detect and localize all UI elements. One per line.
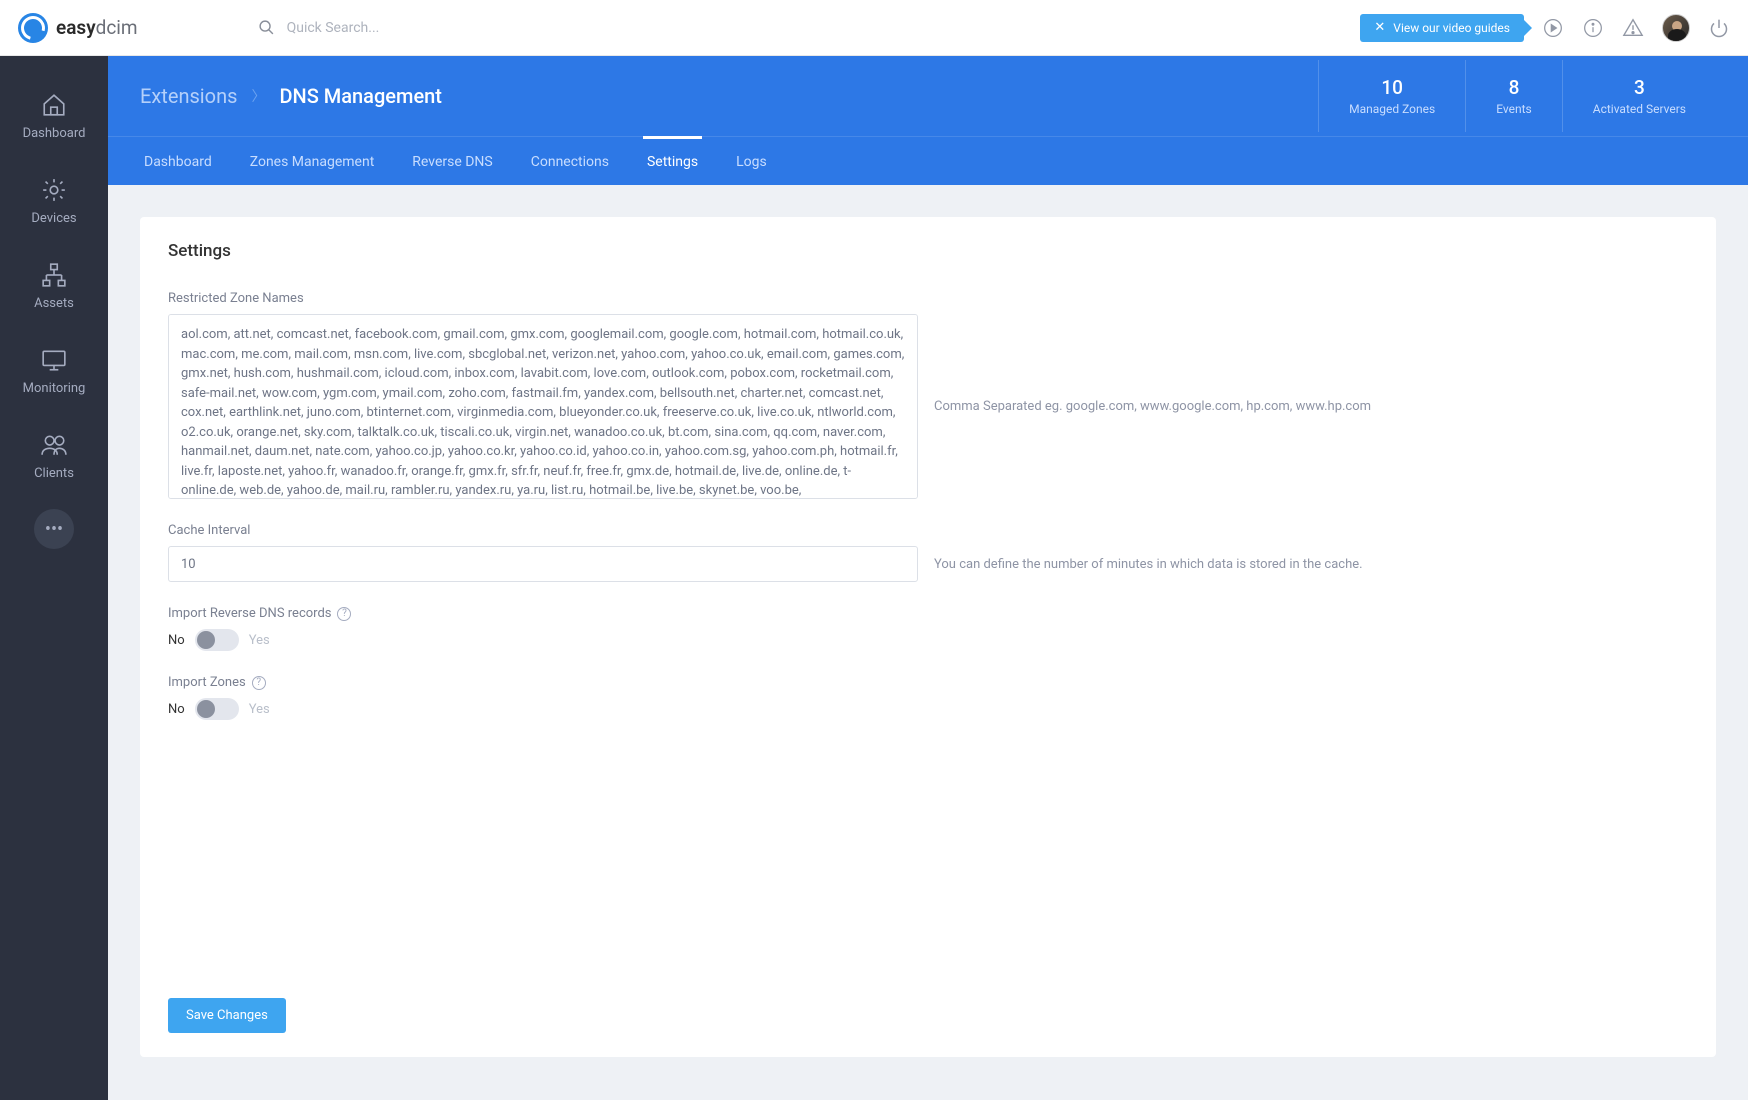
toggle-no-label: No bbox=[168, 633, 185, 648]
sidebar-item-label: Clients bbox=[34, 466, 74, 481]
page-title: Settings bbox=[168, 241, 1688, 261]
sidebar-item-label: Dashboard bbox=[23, 126, 86, 141]
tab-dashboard[interactable]: Dashboard bbox=[140, 136, 216, 185]
info-icon[interactable] bbox=[1582, 17, 1604, 39]
tab-settings[interactable]: Settings bbox=[643, 136, 702, 185]
search-icon[interactable] bbox=[258, 19, 275, 36]
stat-label: Events bbox=[1496, 102, 1532, 116]
stat-label: Managed Zones bbox=[1349, 102, 1435, 116]
toggle-no-label: No bbox=[168, 702, 185, 717]
sidebar-more-button[interactable]: ••• bbox=[34, 509, 74, 549]
sidebar-item-clients[interactable]: Clients bbox=[0, 414, 108, 499]
import-zones-label: Import Zones bbox=[168, 675, 246, 690]
page-body: Settings Restricted Zone Names Comma Sep… bbox=[108, 185, 1748, 1100]
brand-text: easydcim bbox=[56, 16, 138, 39]
video-guides-label: View our video guides bbox=[1393, 21, 1510, 35]
stat-value: 8 bbox=[1496, 76, 1532, 99]
play-icon[interactable] bbox=[1542, 17, 1564, 39]
gear-icon bbox=[41, 177, 67, 203]
page-header: Extensions 〉 DNS Management 10 Managed Z… bbox=[108, 56, 1748, 185]
toggle-yes-label: Yes bbox=[249, 633, 270, 648]
stat-value: 3 bbox=[1593, 76, 1686, 99]
sidebar-item-assets[interactable]: Assets bbox=[0, 244, 108, 329]
avatar[interactable] bbox=[1662, 14, 1690, 42]
import-zones-toggle[interactable] bbox=[195, 698, 239, 720]
cache-interval-input[interactable] bbox=[168, 546, 918, 582]
tabs: Dashboard Zones Management Reverse DNS C… bbox=[108, 136, 1748, 185]
stat-activated-servers[interactable]: 3 Activated Servers bbox=[1562, 60, 1716, 132]
stats: 10 Managed Zones 8 Events 3 Activated Se… bbox=[1318, 60, 1716, 132]
topbar-right: ✕ View our video guides bbox=[1360, 14, 1730, 42]
sidebar-item-label: Assets bbox=[34, 296, 74, 311]
import-zones-row: Import Zones ? No Yes bbox=[168, 675, 1688, 720]
breadcrumb: Extensions 〉 DNS Management bbox=[140, 84, 442, 108]
sidebar-item-monitoring[interactable]: Monitoring bbox=[0, 329, 108, 414]
stat-label: Activated Servers bbox=[1593, 102, 1686, 116]
sidebar: Dashboard Devices Assets Monitoring Clie… bbox=[0, 56, 108, 1100]
sidebar-item-label: Monitoring bbox=[23, 381, 86, 396]
power-icon[interactable] bbox=[1708, 17, 1730, 39]
help-icon[interactable]: ? bbox=[252, 676, 266, 690]
sidebar-item-label: Devices bbox=[31, 211, 76, 226]
content: Extensions 〉 DNS Management 10 Managed Z… bbox=[108, 56, 1748, 1100]
tab-connections[interactable]: Connections bbox=[527, 136, 613, 185]
tab-reverse-dns[interactable]: Reverse DNS bbox=[408, 136, 496, 185]
tab-zones-management[interactable]: Zones Management bbox=[246, 136, 379, 185]
brand-logo-icon bbox=[18, 13, 48, 43]
close-icon[interactable]: ✕ bbox=[1374, 21, 1385, 34]
toggle-yes-label: Yes bbox=[249, 702, 270, 717]
tab-logs[interactable]: Logs bbox=[732, 136, 771, 185]
stat-events[interactable]: 8 Events bbox=[1465, 60, 1562, 132]
import-reverse-toggle[interactable] bbox=[195, 629, 239, 651]
settings-card: Settings Restricted Zone Names Comma Sep… bbox=[140, 217, 1716, 1057]
import-reverse-row: Import Reverse DNS records ? No Yes bbox=[168, 606, 1688, 651]
search-area bbox=[258, 19, 1361, 36]
users-icon bbox=[41, 432, 67, 458]
help-icon[interactable]: ? bbox=[337, 607, 351, 621]
restricted-zone-names-label: Restricted Zone Names bbox=[168, 291, 1688, 306]
search-input[interactable] bbox=[287, 20, 587, 36]
ellipsis-icon: ••• bbox=[45, 519, 63, 540]
stat-value: 10 bbox=[1349, 76, 1435, 99]
brand-logo[interactable]: easydcim bbox=[18, 13, 138, 43]
restricted-zone-names-textarea[interactable] bbox=[168, 314, 918, 499]
stat-managed-zones[interactable]: 10 Managed Zones bbox=[1318, 60, 1465, 132]
chevron-right-icon: 〉 bbox=[251, 86, 265, 106]
home-icon bbox=[41, 92, 67, 118]
cache-interval-hint: You can define the number of minutes in … bbox=[934, 557, 1363, 572]
cache-interval-row: Cache Interval You can define the number… bbox=[168, 523, 1688, 582]
sidebar-item-dashboard[interactable]: Dashboard bbox=[0, 74, 108, 159]
sidebar-item-devices[interactable]: Devices bbox=[0, 159, 108, 244]
restricted-zone-names-row: Restricted Zone Names Comma Separated eg… bbox=[168, 291, 1688, 499]
video-guides-button[interactable]: ✕ View our video guides bbox=[1360, 14, 1524, 42]
hierarchy-icon bbox=[41, 262, 67, 288]
topbar: easydcim ✕ View our video guides bbox=[0, 0, 1748, 56]
warning-icon[interactable] bbox=[1622, 17, 1644, 39]
cache-interval-label: Cache Interval bbox=[168, 523, 1688, 538]
monitor-icon bbox=[41, 347, 67, 373]
breadcrumb-current: DNS Management bbox=[279, 84, 442, 108]
restricted-zone-names-hint: Comma Separated eg. google.com, www.goog… bbox=[934, 399, 1371, 414]
import-reverse-label: Import Reverse DNS records bbox=[168, 606, 331, 621]
save-changes-button[interactable]: Save Changes bbox=[168, 998, 286, 1033]
breadcrumb-parent[interactable]: Extensions bbox=[140, 84, 237, 108]
